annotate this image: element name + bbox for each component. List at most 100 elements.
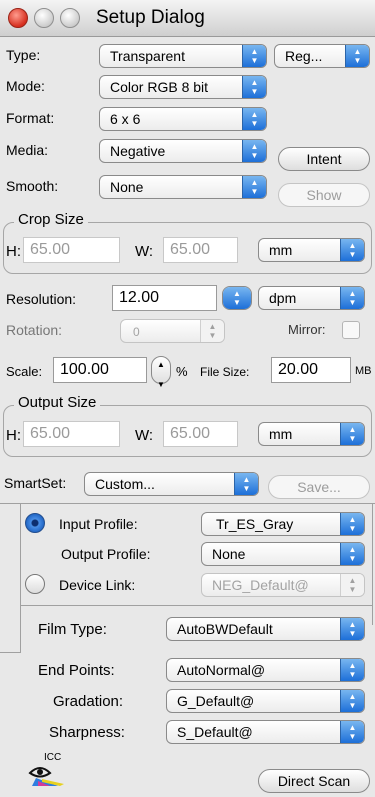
output-unit-value: mm xyxy=(269,426,293,442)
mirror-label: Mirror: xyxy=(288,322,326,337)
file-size-unit-label: MB xyxy=(355,365,372,377)
format-select[interactable]: 6 x 6 ▲ ▼ xyxy=(99,107,267,131)
close-window-button[interactable] xyxy=(8,8,28,28)
sharpness-select[interactable]: S_Default@ ▲ ▼ xyxy=(166,720,365,744)
crop-width-label: W: xyxy=(135,243,154,260)
zoom-window-button[interactable] xyxy=(60,8,80,28)
device-link-label: Device Link: xyxy=(59,577,136,593)
save-button[interactable]: Save... xyxy=(268,475,370,499)
updown-arrows-icon: ▲ ▼ xyxy=(340,659,364,681)
output-profile-select[interactable]: None ▲ ▼ xyxy=(201,542,365,566)
updown-arrows-icon: ▲ ▼ xyxy=(242,176,266,198)
updown-arrows-icon: ▲ ▼ xyxy=(340,618,364,640)
scale-label: Scale: xyxy=(6,364,43,379)
file-size-field[interactable]: 20.00 xyxy=(271,357,351,383)
output-profile-value: None xyxy=(212,546,246,562)
smooth-value: None xyxy=(110,179,144,195)
crop-width-field[interactable]: 65.00 xyxy=(163,237,238,263)
file-size-label: File Size: xyxy=(200,365,250,379)
type-label: Type: xyxy=(6,47,41,63)
profiles-separator xyxy=(20,605,372,606)
device-link-radio[interactable] xyxy=(25,574,45,594)
crop-unit-value: mm xyxy=(269,242,293,258)
film-type-label: Film Type: xyxy=(38,621,107,638)
mode-label: Mode: xyxy=(6,78,45,94)
format-label: Format: xyxy=(6,110,55,126)
device-link-select[interactable]: NEG_Default@ ▲ ▼ xyxy=(201,573,365,597)
type-select[interactable]: Transparent ▲ ▼ xyxy=(99,44,267,68)
media-select[interactable]: Negative ▲ ▼ xyxy=(99,139,267,163)
input-profile-select[interactable]: Tr_ES_Gray ▲ ▼ xyxy=(201,512,365,536)
window-title: Setup Dialog xyxy=(96,7,205,28)
input-profile-value: Tr_ES_Gray xyxy=(216,516,294,532)
resolution-presets-button[interactable]: ▲ ▼ xyxy=(222,286,252,310)
output-width-field[interactable]: 65.00 xyxy=(163,421,238,447)
rotation-value: 0 xyxy=(133,325,140,339)
format-value: 6 x 6 xyxy=(110,111,141,127)
output-width-label: W: xyxy=(135,427,154,444)
updown-arrows-icon: ▲ ▼ xyxy=(340,543,364,565)
end-points-select[interactable]: AutoNormal@ ▲ ▼ xyxy=(166,658,365,682)
updown-arrows-icon: ▲ ▼ xyxy=(234,473,258,495)
film-type-select[interactable]: AutoBWDefault ▲ ▼ xyxy=(166,617,365,641)
resolution-label: Resolution: xyxy=(6,291,77,307)
output-size-title: Output Size xyxy=(14,394,101,411)
resolution-unit-select[interactable]: dpm ▲ ▼ xyxy=(258,286,365,310)
intent-button[interactable]: Intent xyxy=(278,147,370,171)
updown-arrows-icon: ▲ ▼ xyxy=(340,574,364,596)
smartset-select[interactable]: Custom... ▲ ▼ xyxy=(84,472,259,496)
scale-field[interactable]: 100.00 xyxy=(53,357,147,383)
region-value: Reg... xyxy=(285,48,323,64)
crop-unit-select[interactable]: mm ▲ ▼ xyxy=(258,238,365,262)
device-link-value: NEG_Default@ xyxy=(212,577,309,593)
updown-arrows-icon: ▲ ▼ xyxy=(345,45,369,67)
gradation-select[interactable]: G_Default@ ▲ ▼ xyxy=(166,689,365,713)
mode-value: Color RGB 8 bit xyxy=(110,79,209,95)
resolution-field[interactable]: 12.00 xyxy=(112,285,217,311)
minimize-window-button[interactable] xyxy=(34,8,54,28)
updown-arrows-icon: ▲ ▼ xyxy=(242,76,266,98)
smooth-label: Smooth: xyxy=(6,178,59,194)
show-button[interactable]: Show xyxy=(278,183,370,207)
profiles-left-edge xyxy=(20,503,21,653)
updown-arrows-icon: ▲ ▼ xyxy=(242,45,266,67)
output-profile-label: Output Profile: xyxy=(61,546,151,562)
input-profile-radio[interactable] xyxy=(25,513,45,533)
film-type-value: AutoBWDefault xyxy=(177,621,273,637)
crop-height-field[interactable]: 65.00 xyxy=(23,237,120,263)
mode-select[interactable]: Color RGB 8 bit ▲ ▼ xyxy=(99,75,267,99)
mirror-checkbox[interactable] xyxy=(342,321,360,339)
type-value: Transparent xyxy=(110,48,185,64)
region-select[interactable]: Reg... ▲ ▼ xyxy=(274,44,370,68)
updown-arrows-icon: ▲ ▼ xyxy=(340,513,364,535)
output-unit-select[interactable]: mm ▲ ▼ xyxy=(258,422,365,446)
direct-scan-button[interactable]: Direct Scan xyxy=(258,769,370,793)
updown-arrows-icon: ▲ ▼ xyxy=(340,239,364,261)
smartset-value: Custom... xyxy=(95,476,155,492)
scale-stepper[interactable]: ▲ ▼ xyxy=(151,356,171,389)
output-height-field[interactable]: 65.00 xyxy=(23,421,120,447)
gradation-label: Gradation: xyxy=(53,693,124,710)
media-value: Negative xyxy=(110,143,166,159)
updown-arrows-icon: ▲ ▼ xyxy=(242,108,266,130)
resolution-unit-value: dpm xyxy=(269,290,297,306)
end-points-value: AutoNormal@ xyxy=(177,662,266,678)
input-profile-label: Input Profile: xyxy=(59,516,138,532)
rotation-select[interactable]: 0 ▲ ▼ xyxy=(120,319,225,343)
title-bar: Setup Dialog xyxy=(0,0,375,37)
updown-arrows-icon: ▲ ▼ xyxy=(200,320,224,342)
updown-arrows-icon: ▲ ▼ xyxy=(223,287,251,309)
gradation-value: G_Default@ xyxy=(177,693,255,709)
scale-percent-label: % xyxy=(176,364,188,379)
updown-arrows-icon: ▲ ▼ xyxy=(340,423,364,445)
crop-height-label: H: xyxy=(6,243,21,260)
updown-arrows-icon: ▲ ▼ xyxy=(340,721,364,743)
rotation-label: Rotation: xyxy=(6,322,63,338)
film-separator-left xyxy=(0,652,20,653)
smartset-label: SmartSet: xyxy=(4,475,67,491)
media-label: Media: xyxy=(6,142,49,158)
smooth-select[interactable]: None ▲ ▼ xyxy=(99,175,267,199)
sharpness-label: Sharpness: xyxy=(49,724,125,741)
icc-text: ICC xyxy=(44,752,62,763)
crop-size-title: Crop Size xyxy=(14,211,88,228)
